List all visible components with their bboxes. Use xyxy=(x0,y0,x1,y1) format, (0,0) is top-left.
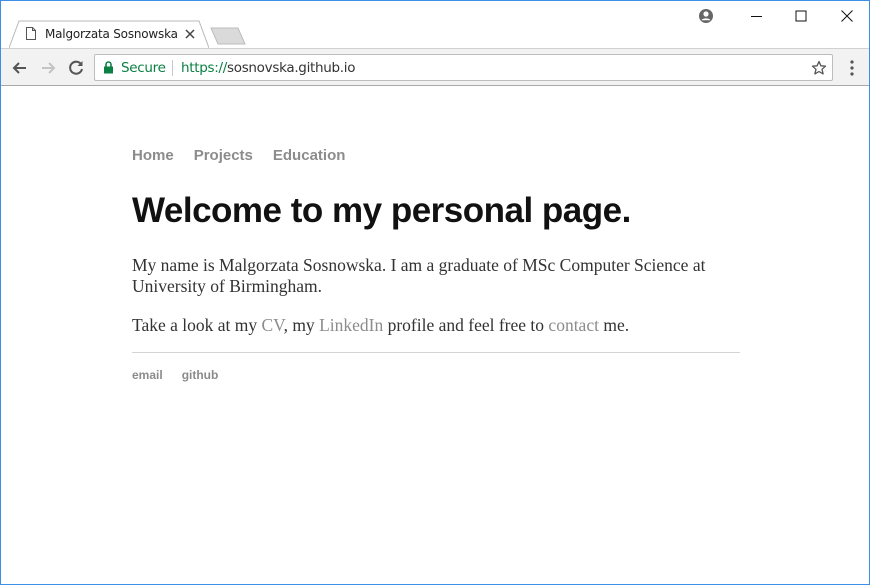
linkedin-link[interactable]: LinkedIn xyxy=(319,315,383,335)
menu-icon[interactable] xyxy=(847,59,857,77)
cta-text-4: me. xyxy=(598,315,630,335)
security-label: Secure xyxy=(121,60,166,76)
tab-active[interactable]: Malgorzata Sosnowska xyxy=(9,20,209,48)
url-text[interactable]: https://sosnovska.github.io xyxy=(181,60,356,76)
url-scheme: https:// xyxy=(181,60,227,76)
back-icon[interactable] xyxy=(10,58,30,78)
cta-text-3: profile and feel free to xyxy=(383,315,549,335)
address-bar[interactable]: Secure https://sosnovska.github.io xyxy=(94,54,833,81)
window-close-icon[interactable] xyxy=(836,5,858,27)
web-page: Home Projects Education Welcome to my pers… xyxy=(1,87,869,584)
new-tab-button[interactable] xyxy=(210,27,246,45)
email-link[interactable]: email xyxy=(132,368,163,382)
lock-icon xyxy=(104,61,113,74)
nav-education[interactable]: Education xyxy=(273,147,346,164)
minimize-icon[interactable] xyxy=(746,5,768,27)
tab-strip: Malgorzata Sosnowska xyxy=(1,1,869,48)
page-icon xyxy=(26,27,36,40)
maximize-icon[interactable] xyxy=(790,5,812,27)
profile-icon[interactable] xyxy=(698,8,714,24)
reload-icon[interactable] xyxy=(66,58,86,78)
omnibox-separator xyxy=(172,60,173,76)
contact-link[interactable]: contact xyxy=(548,315,599,335)
page-title: Welcome to my personal page. xyxy=(132,191,631,230)
browser-window: Malgorzata Sosnowska Secure https://sosn… xyxy=(0,0,870,585)
nav-home[interactable]: Home xyxy=(132,147,174,164)
footer-links: email github xyxy=(132,366,237,384)
nav-projects[interactable]: Projects xyxy=(194,147,253,164)
bookmark-star-icon[interactable] xyxy=(811,60,827,76)
divider xyxy=(132,352,740,353)
intro-paragraph: My name is Malgorzata Sosnowska. I am a … xyxy=(132,255,706,296)
cta-paragraph: Take a look at my CV, my LinkedIn profil… xyxy=(132,315,732,336)
tab-title: Malgorzata Sosnowska xyxy=(45,27,178,41)
cta-text-2: , my xyxy=(283,315,320,335)
url-host: sosnovska.github.io xyxy=(227,60,356,76)
browser-toolbar: Secure https://sosnovska.github.io xyxy=(1,48,869,86)
forward-icon[interactable] xyxy=(38,58,58,78)
github-link[interactable]: github xyxy=(182,368,219,382)
site-nav: Home Projects Education xyxy=(132,147,365,165)
close-icon[interactable] xyxy=(184,28,196,40)
cta-text-1: Take a look at my xyxy=(132,315,262,335)
cv-link[interactable]: CV xyxy=(262,315,284,335)
